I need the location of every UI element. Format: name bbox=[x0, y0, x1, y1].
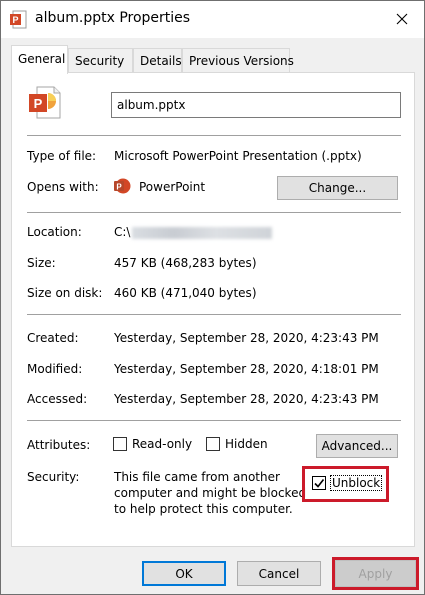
powerpoint-file-large-icon: P bbox=[29, 86, 61, 119]
location-value: C:\ bbox=[114, 225, 273, 239]
properties-dialog: P album.pptx Properties General Security… bbox=[0, 0, 425, 595]
separator bbox=[27, 212, 401, 213]
separator bbox=[27, 135, 401, 136]
tab-security[interactable]: Security bbox=[68, 48, 133, 72]
readonly-check-box[interactable] bbox=[113, 437, 127, 451]
svg-text:P: P bbox=[116, 183, 122, 192]
tab-previous-versions[interactable]: Previous Versions bbox=[182, 48, 294, 72]
attributes-label: Attributes: bbox=[27, 438, 91, 452]
modified-label: Modified: bbox=[27, 362, 83, 376]
separator bbox=[27, 314, 401, 315]
separator bbox=[27, 420, 401, 421]
hidden-checkbox[interactable]: Hidden bbox=[206, 437, 268, 451]
location-path: C:\ bbox=[114, 225, 131, 239]
accessed-label: Accessed: bbox=[27, 392, 88, 406]
ok-button[interactable]: OK bbox=[142, 561, 226, 586]
size-label: Size: bbox=[27, 256, 56, 270]
redacted-path bbox=[132, 226, 273, 239]
unblock-check-box[interactable] bbox=[312, 476, 326, 490]
unblock-label: Unblock bbox=[329, 475, 383, 491]
powerpoint-file-icon: P bbox=[10, 10, 27, 29]
security-message: This file came from another computer and… bbox=[114, 470, 307, 516]
svg-text:P: P bbox=[34, 96, 43, 111]
checkmark-icon bbox=[314, 479, 325, 488]
hidden-label: Hidden bbox=[225, 437, 268, 451]
svg-text:P: P bbox=[12, 15, 18, 25]
accessed-value: Yesterday, September 28, 2020, 4:23:43 P… bbox=[114, 392, 379, 406]
advanced-button[interactable]: Advanced... bbox=[316, 434, 398, 458]
modified-value: Yesterday, September 28, 2020, 4:18:01 P… bbox=[114, 362, 379, 376]
window-title: album.pptx Properties bbox=[35, 10, 191, 26]
opens-with-label: Opens with: bbox=[27, 180, 99, 194]
cancel-button[interactable]: Cancel bbox=[237, 561, 321, 586]
readonly-label: Read-only bbox=[132, 437, 193, 451]
size-on-disk-label: Size on disk: bbox=[27, 286, 103, 300]
type-value: Microsoft PowerPoint Presentation (.pptx… bbox=[114, 149, 362, 163]
size-value: 457 KB (468,283 bytes) bbox=[114, 256, 257, 270]
unblock-checkbox[interactable]: Unblock bbox=[312, 475, 383, 491]
title-bar: P album.pptx Properties bbox=[1, 1, 424, 38]
type-label: Type of file: bbox=[27, 149, 97, 163]
close-icon bbox=[396, 13, 408, 25]
tab-details[interactable]: Details bbox=[133, 48, 182, 72]
change-button[interactable]: Change... bbox=[277, 176, 398, 200]
hidden-check-box[interactable] bbox=[206, 437, 220, 451]
size-on-disk-value: 460 KB (471,040 bytes) bbox=[114, 286, 257, 300]
apply-button[interactable]: Apply bbox=[335, 560, 416, 587]
created-label: Created: bbox=[27, 331, 79, 345]
location-label: Location: bbox=[27, 225, 82, 239]
opens-with-value: PowerPoint bbox=[139, 180, 206, 194]
powerpoint-app-icon: P bbox=[114, 178, 131, 194]
created-value: Yesterday, September 28, 2020, 4:23:43 P… bbox=[114, 331, 379, 345]
security-label: Security: bbox=[27, 470, 80, 484]
tab-general[interactable]: General bbox=[11, 45, 68, 74]
general-panel: P album.pptx Type of file: Microsoft Pow… bbox=[11, 72, 415, 547]
readonly-checkbox[interactable]: Read-only bbox=[113, 437, 192, 451]
filename-input[interactable]: album.pptx bbox=[111, 92, 401, 118]
close-button[interactable] bbox=[386, 4, 418, 34]
